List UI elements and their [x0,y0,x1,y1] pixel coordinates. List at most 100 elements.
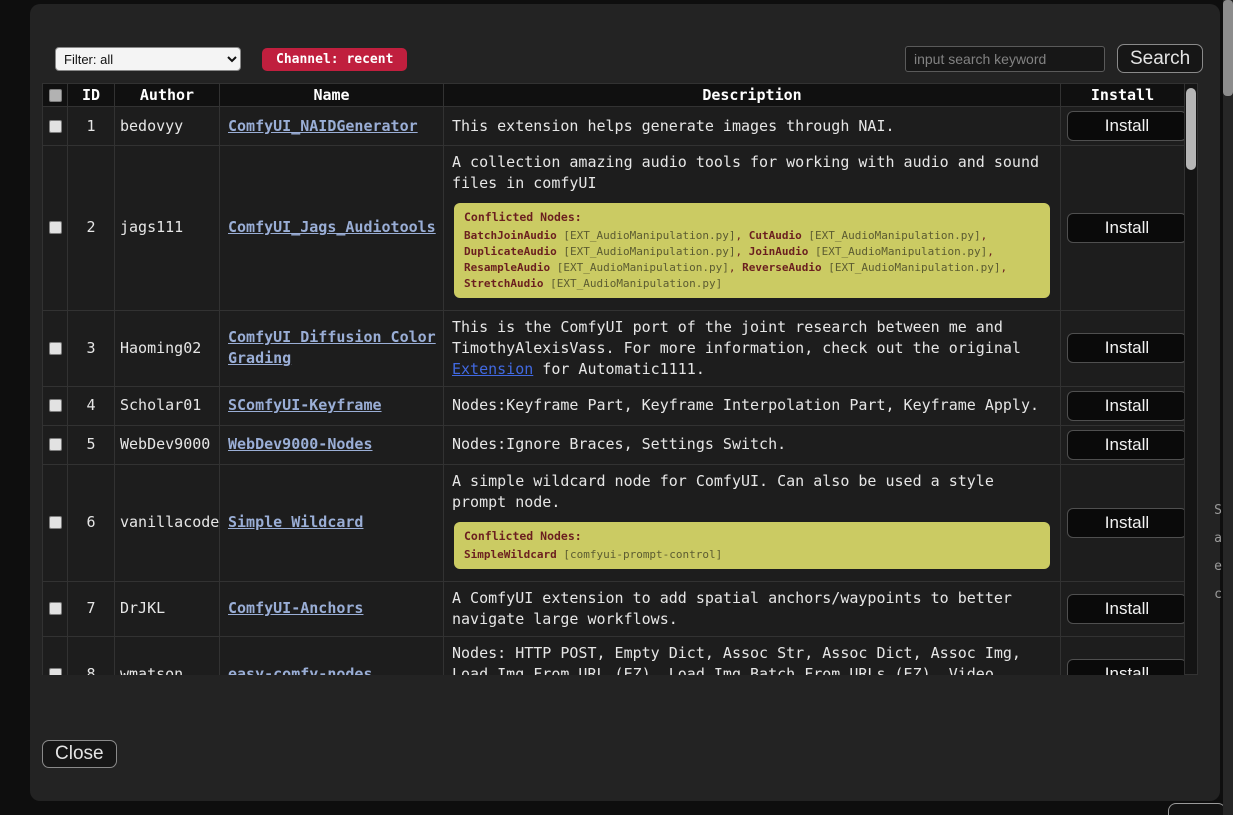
table-row: 7DrJKLComfyUI-AnchorsA ComfyUI extension… [43,581,1185,636]
row-name-cell: SComfyUI-Keyframe [220,386,444,425]
row-id: 2 [68,146,115,311]
row-name-cell: ComfyUI-Anchors [220,581,444,636]
rows-body: 1bedovyy ComfyUI_NAIDGenerator This extens… [43,107,1185,676]
row-description-cell: A simple wildcard node for ComfyUI. Can … [444,464,1061,581]
row-id: 1 [68,107,115,146]
channel-badge: Channel: recent [262,48,407,71]
row-checkbox-cell [43,425,68,464]
row-checkbox[interactable] [49,399,62,412]
extension-name-link[interactable]: ComfyUI_Jags_Audiotools [228,218,436,236]
conflicted-nodes-label: Conflicted Nodes: [464,528,1040,544]
row-install-cell: Install [1061,425,1185,464]
row-name-cell: ComfyUI Diffusion Color Grading [220,310,444,386]
search-button[interactable]: Search [1117,44,1203,73]
row-checkbox[interactable] [49,516,62,529]
row-description-cell: This is the ComfyUI port of the joint re… [444,310,1061,386]
row-install-cell: Install [1061,464,1185,581]
row-description: Nodes:Keyframe Part, Keyframe Interpolat… [452,395,1052,416]
row-install-cell: Install [1061,636,1185,675]
custom-nodes-manager-dialog: Filter: all Channel: recent Search ID Au… [30,4,1220,801]
header-id: ID [68,84,115,107]
row-checkbox[interactable] [49,438,62,451]
extension-name-link[interactable]: Simple Wildcard [228,513,363,531]
row-checkbox-cell [43,107,68,146]
row-checkbox-cell [43,146,68,311]
row-author: WebDev9000 [115,425,220,464]
header-name: Name [220,84,444,107]
row-install-cell: Install [1061,107,1185,146]
extension-name-link[interactable]: WebDev9000-Nodes [228,435,373,453]
row-checkbox-cell [43,464,68,581]
conflicted-nodes-box: Conflicted Nodes:BatchJoinAudio [EXT_Aud… [454,203,1050,298]
row-checkbox-cell [43,310,68,386]
table-header-row: ID Author Name Description Install [43,84,1185,107]
extensions-table: ID Author Name Description Install 1bedo… [42,83,1185,675]
table-row: 5WebDev9000WebDev9000-NodesNodes:Ignore … [43,425,1185,464]
close-button[interactable]: Close [42,740,117,768]
row-install-cell: Install [1061,386,1185,425]
row-checkbox-cell [43,636,68,675]
install-button[interactable]: Install [1067,213,1187,243]
row-name-cell: easy-comfy-nodes [220,636,444,675]
row-author: Scholar01 [115,386,220,425]
row-name-cell: ComfyUI_Jags_Audiotools [220,146,444,311]
install-button[interactable]: Install [1067,430,1187,460]
extension-name-link[interactable]: ComfyUI Diffusion Color Grading [228,328,436,367]
page-scrollbar-track[interactable] [1223,0,1233,815]
row-description: A simple wildcard node for ComfyUI. Can … [452,471,1052,513]
install-button[interactable]: Install [1067,333,1187,363]
table-row: 1bedovyy ComfyUI_NAIDGenerator This extens… [43,107,1185,146]
row-description: This extension helps generate images thr… [452,116,1052,137]
description-link[interactable]: Extension [452,360,533,378]
row-author: wmatson [115,636,220,675]
conflicted-nodes-list: BatchJoinAudio [EXT_AudioManipulation.py… [464,228,1040,292]
install-button[interactable]: Install [1067,659,1187,675]
table-row: 6vanillacode⋯Simple WildcardA simple wil… [43,464,1185,581]
row-description: A ComfyUI extension to add spatial ancho… [452,588,1052,630]
row-checkbox[interactable] [49,668,62,675]
row-description: Nodes:Ignore Braces, Settings Switch. [452,434,1052,455]
header-author: Author [115,84,220,107]
row-install-cell: Install [1061,146,1185,311]
table-row: 3Haoming02ComfyUI Diffusion Color Gradin… [43,310,1185,386]
install-button[interactable]: Install [1067,508,1187,538]
background-text-fragment: S [1214,503,1222,518]
table-scrollbar-track[interactable] [1184,83,1198,675]
background-text-fragment: a [1214,531,1222,546]
search-input[interactable] [905,46,1105,72]
install-button[interactable]: Install [1067,594,1187,624]
header-install: Install [1061,84,1185,107]
filter-select[interactable]: Filter: all [55,47,241,71]
row-checkbox[interactable] [49,221,62,234]
partial-background-button [1168,803,1226,815]
row-id: 8 [68,636,115,675]
row-author: jags111 [115,146,220,311]
row-install-cell: Install [1061,310,1185,386]
row-description-cell: This extension helps generate images thr… [444,107,1061,146]
row-author: bedovyy [115,107,220,146]
table-scrollbar-thumb[interactable] [1186,88,1196,170]
row-checkbox[interactable] [49,342,62,355]
row-description-cell: Nodes:Keyframe Part, Keyframe Interpolat… [444,386,1061,425]
table-row: 2jags111 ComfyUI_Jags_Audiotools A collect… [43,146,1185,311]
row-id: 6 [68,464,115,581]
extension-name-link[interactable]: easy-comfy-nodes [228,665,373,675]
row-description-cell: Nodes:Ignore Braces, Settings Switch. [444,425,1061,464]
row-checkbox[interactable] [49,120,62,133]
extension-name-link[interactable]: SComfyUI-Keyframe [228,396,382,414]
row-checkbox-cell [43,386,68,425]
row-name-cell: Simple Wildcard [220,464,444,581]
row-checkbox[interactable] [49,602,62,615]
extension-name-link[interactable]: ComfyUI-Anchors [228,599,363,617]
extension-name-link[interactable]: ComfyUI_NAIDGenerator [228,117,418,135]
row-description-cell: Nodes: HTTP POST, Empty Dict, Assoc Str,… [444,636,1061,675]
extensions-table-container: ID Author Name Description Install 1bedo… [42,83,1198,675]
table-row: 4Scholar01SComfyUI-KeyframeNodes:Keyfram… [43,386,1185,425]
select-all-checkbox[interactable] [49,89,62,102]
header-description: Description [444,84,1061,107]
install-button[interactable]: Install [1067,391,1187,421]
page-scrollbar-thumb[interactable] [1223,0,1233,96]
table-row: 8wmatson easy-comfy-nodes Nodes: HTTP POST… [43,636,1185,675]
row-description-cell: A collection amazing audio tools for wor… [444,146,1061,311]
install-button[interactable]: Install [1067,111,1187,141]
